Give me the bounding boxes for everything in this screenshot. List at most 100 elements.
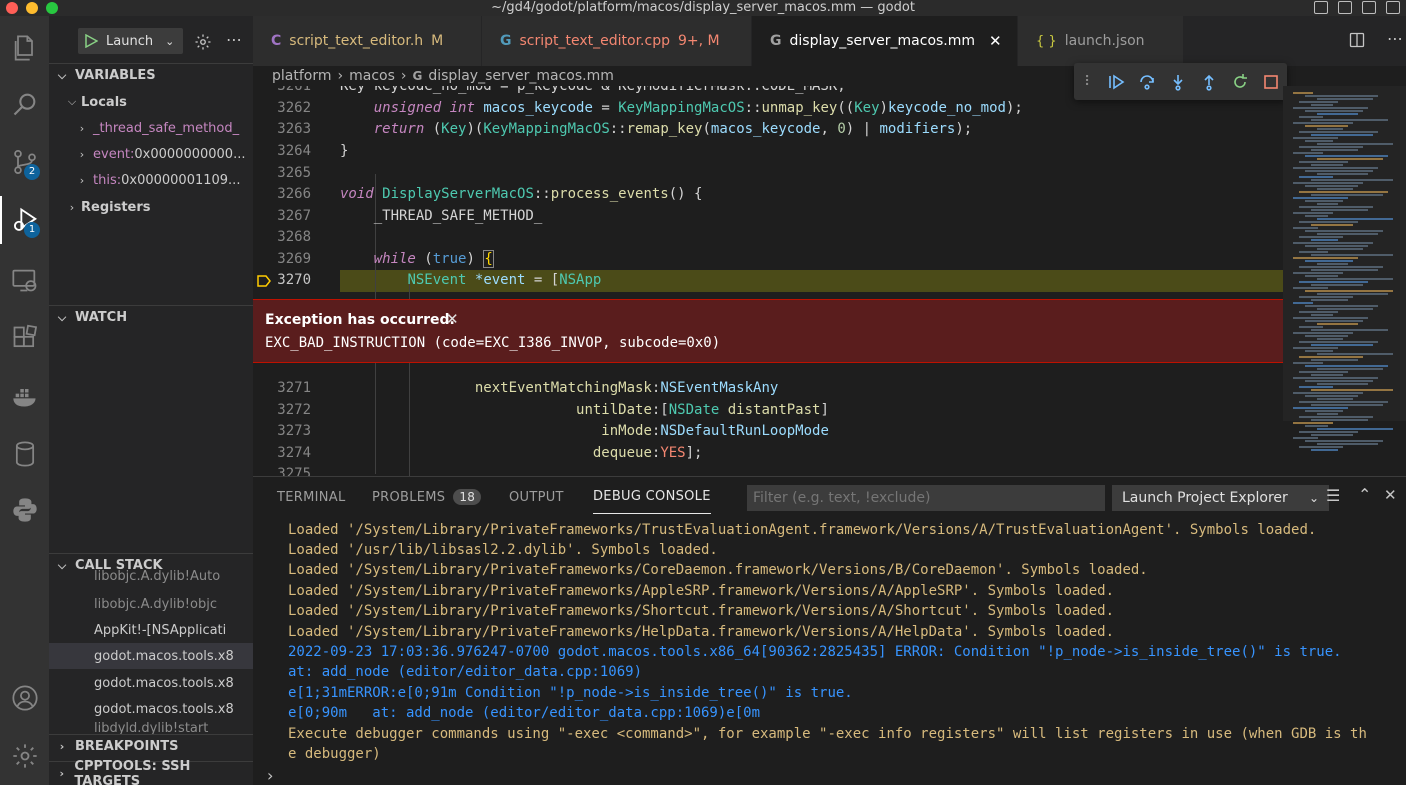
toggle-panel-icon[interactable] <box>1338 1 1352 14</box>
minimap-line <box>1317 98 1373 100</box>
account-icon <box>11 685 38 711</box>
step-into-icon[interactable] <box>1169 73 1187 91</box>
code-editor[interactable]: 3261 Key keycode_no_mod = p_keycode & Ke… <box>253 86 1283 476</box>
continue-icon[interactable] <box>1107 73 1125 91</box>
exception-detail: EXC_BAD_INSTRUCTION (code=EXC_I386_INVOP… <box>265 335 721 351</box>
stack-frame[interactable]: libdyld.dylib!start <box>49 722 253 734</box>
minimap-line <box>1311 299 1348 301</box>
minimap-line <box>1317 368 1383 370</box>
close-icon[interactable]: ✕ <box>1384 486 1397 504</box>
minimap-line <box>1299 206 1373 208</box>
close-icon[interactable]: ✕ <box>989 32 1002 50</box>
minimap-line <box>1299 296 1353 298</box>
manage-button[interactable] <box>0 732 49 780</box>
bottom-panel: TERMINAL PROBLEMS 18 OUTPUT DEBUG CONSOL… <box>253 476 1406 785</box>
minimap-line <box>1293 377 1378 379</box>
search-button[interactable] <box>0 80 49 128</box>
stack-frame[interactable]: godot.macos.tools.x8 <box>49 643 253 669</box>
stop-icon[interactable] <box>1262 73 1280 91</box>
stack-frame[interactable]: godot.macos.tools.x8 <box>49 696 253 722</box>
variables-section-header[interactable]: ⌵ VARIABLES <box>49 63 253 87</box>
launch-config-select[interactable]: Launch Project Explorer ⌄ <box>1112 485 1329 511</box>
stack-frame[interactable]: libobjc.A.dylib!Auto <box>49 566 253 586</box>
breadcrumb-macos[interactable]: macos <box>349 68 395 84</box>
step-out-icon[interactable] <box>1200 73 1218 91</box>
stack-frame[interactable]: godot.macos.tools.x8 <box>49 670 253 696</box>
tab-debug-console[interactable]: DEBUG CONSOLE <box>593 480 711 514</box>
minimap-line <box>1305 350 1333 352</box>
remote-explorer-button[interactable] <box>0 256 49 304</box>
minimap-line <box>1317 263 1348 265</box>
minimap-line <box>1311 194 1383 196</box>
minimap-line <box>1311 449 1338 451</box>
debug-toolbar: Launch ⌄ ⋯ <box>49 16 253 66</box>
extensions-button[interactable] <box>0 314 49 362</box>
minimap-line <box>1317 323 1358 325</box>
breakpoints-section-header[interactable]: › BREAKPOINTS <box>49 734 253 758</box>
tab-launch-json[interactable]: { } launch.json <box>1018 16 1184 66</box>
breadcrumb-platform[interactable]: platform <box>272 68 332 84</box>
tab-script-text-editor-h[interactable]: C script_text_editor.h M <box>253 16 482 66</box>
more-actions-icon[interactable]: ⋯ <box>226 30 242 49</box>
filter-input[interactable] <box>747 485 1105 511</box>
variable-row[interactable]: › _thread_safe_method_ <box>49 115 253 141</box>
toggle-secondary-sidebar-icon[interactable] <box>1362 1 1376 14</box>
tab-terminal[interactable]: TERMINAL <box>277 477 346 517</box>
tab-output[interactable]: OUTPUT <box>509 477 564 517</box>
toggle-sidebar-icon[interactable] <box>1314 1 1328 14</box>
minimap-line <box>1293 167 1378 169</box>
close-icon[interactable]: ✕ <box>446 310 459 328</box>
maximize-panel-icon[interactable]: ⌃ <box>1358 485 1371 504</box>
start-debugging-icon[interactable] <box>84 34 98 48</box>
minimap-line <box>1305 395 1358 397</box>
title-bar: ~/gd4/godot/platform/macos/display_serve… <box>0 0 1406 16</box>
minimap-line <box>1299 161 1348 163</box>
python-button[interactable] <box>0 486 49 534</box>
console-line: e[1;31mERROR:e[0;91m Condition "!p_node-… <box>288 685 853 701</box>
run-debug-button[interactable]: 1 <box>0 196 49 244</box>
locals-scope[interactable]: ⌵ Locals <box>49 89 253 115</box>
minimap-line <box>1305 335 1348 337</box>
launch-config-dropdown[interactable]: Launch ⌄ <box>78 28 183 54</box>
variable-row[interactable]: › event: 0x0000000000... <box>49 141 253 167</box>
clear-console-icon[interactable]: ☰ <box>1326 486 1340 505</box>
minimap[interactable] <box>1283 86 1406 476</box>
minimap-line <box>1305 200 1343 202</box>
tab-problems[interactable]: PROBLEMS 18 <box>372 477 482 517</box>
console-input[interactable]: › <box>253 766 1406 785</box>
minimap-line <box>1299 401 1388 403</box>
minimap-line <box>1305 365 1388 367</box>
restart-icon[interactable] <box>1231 73 1249 91</box>
docker-button[interactable] <box>0 372 49 420</box>
tab-script-text-editor-cpp[interactable]: G script_text_editor.cpp 9+, M <box>482 16 752 66</box>
minimap-line <box>1299 191 1388 193</box>
gear-icon[interactable] <box>194 33 212 51</box>
editor-tabs: C script_text_editor.h M G script_text_e… <box>253 16 1406 66</box>
breadcrumb-file[interactable]: display_server_macos.mm <box>428 68 614 84</box>
variable-row[interactable]: › this: 0x00000001109... <box>49 167 253 193</box>
step-over-icon[interactable] <box>1138 73 1156 91</box>
activity-bar: 2 1 <box>0 16 49 785</box>
registers-scope[interactable]: › Registers <box>49 194 253 220</box>
minimap-line <box>1305 425 1328 427</box>
tab-display-server-macos[interactable]: G display_server_macos.mm ✕ <box>752 16 1018 66</box>
explorer-button[interactable] <box>0 24 49 72</box>
exception-title: Exception has occurred. <box>265 312 455 328</box>
watch-section-header[interactable]: ⌵ WATCH <box>49 305 253 329</box>
stack-frame[interactable]: AppKit!-[NSApplicati <box>49 617 253 643</box>
source-control-button[interactable]: 2 <box>0 138 49 186</box>
more-actions-icon[interactable]: ⋯ <box>1387 31 1403 48</box>
minimap-line <box>1293 407 1348 409</box>
drag-handle-icon[interactable]: ⠇ <box>1084 74 1094 90</box>
minimap-line <box>1293 272 1343 274</box>
accounts-button[interactable] <box>0 674 49 722</box>
minimap-line <box>1293 182 1363 184</box>
split-editor-icon[interactable] <box>1349 32 1365 48</box>
cpptools-section-header[interactable]: › CPPTOOLS: SSH TARGETS <box>49 759 253 785</box>
database-button[interactable] <box>0 430 49 478</box>
minimap-line <box>1299 341 1378 343</box>
stack-frame[interactable]: libobjc.A.dylib!objc <box>49 591 253 617</box>
minimap-line <box>1305 410 1343 412</box>
json-file-icon: { } <box>1036 33 1057 49</box>
customize-layout-icon[interactable] <box>1386 1 1400 14</box>
